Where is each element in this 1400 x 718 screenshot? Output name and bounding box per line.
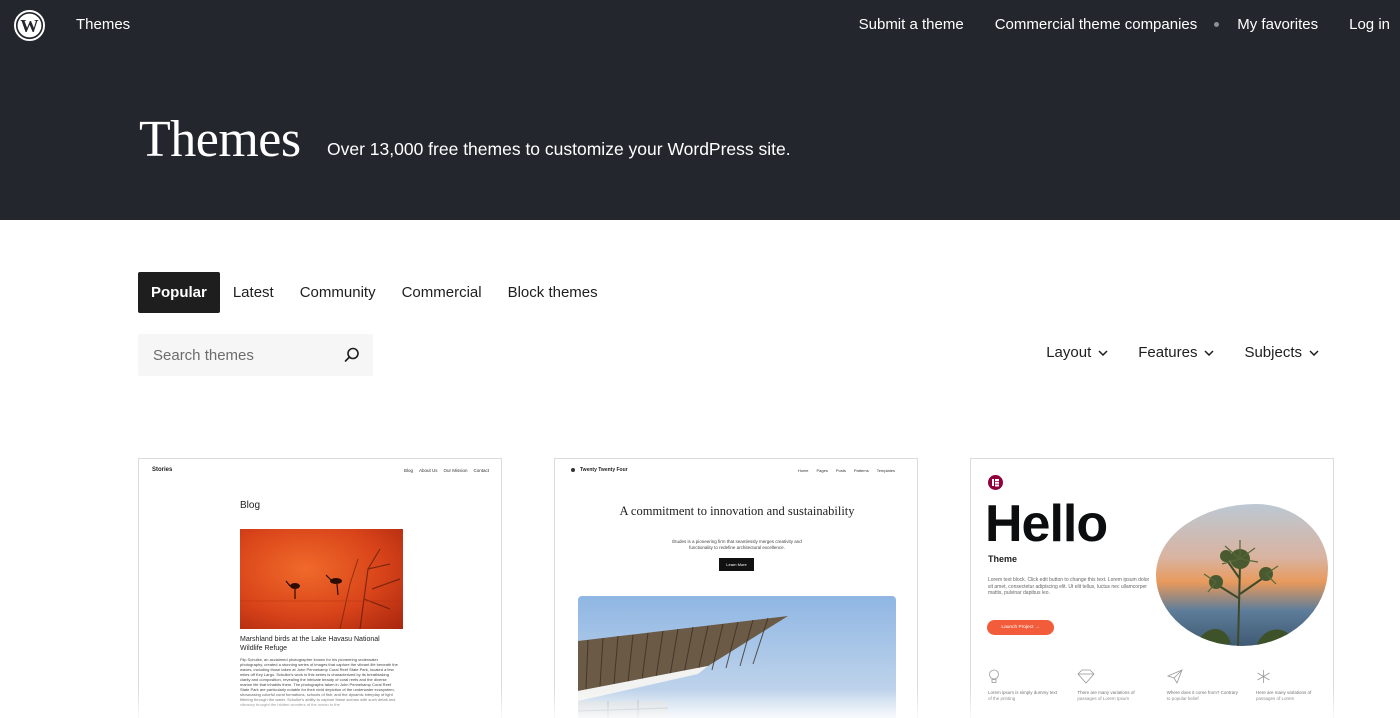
- preview-architecture-photo: [578, 596, 896, 718]
- preview-learn-more-button: Learn More: [719, 558, 754, 571]
- chevron-down-icon: [1309, 349, 1319, 356]
- preview-nav-item: Contact: [473, 468, 489, 473]
- preview-heading: Blog: [240, 500, 261, 511]
- preview-feature-item: Lorem ipsum is simply dummy text of the …: [988, 669, 1060, 701]
- filter-dropdowns: Layout Features Subjects: [1016, 344, 1319, 361]
- preview-heading: Hello: [985, 495, 1108, 553]
- theme-card-hello[interactable]: Hello Theme Lorem text block. Click edit…: [970, 458, 1334, 718]
- preview-post-body: Flip Schulke, an acclaimed photographer …: [240, 657, 398, 707]
- preview-feature-text: Here are many variations of passages of …: [1255, 690, 1312, 701]
- svg-text:W: W: [20, 16, 39, 36]
- tab-block-themes[interactable]: Block themes: [495, 272, 611, 313]
- preview-body: Études is a pioneering firm that seamles…: [672, 539, 802, 550]
- preview-post-title: Marshland birds at the Lake Havasu Natio…: [240, 636, 380, 652]
- preview-feature-text: Lorem ipsum is simply dummy text of the …: [988, 690, 1058, 701]
- snowflake-icon: [1257, 670, 1270, 683]
- layout-filter-dropdown[interactable]: Layout: [1046, 344, 1108, 361]
- wordpress-logo-icon[interactable]: W: [14, 10, 45, 41]
- log-in-link[interactable]: Log in: [1349, 16, 1390, 33]
- preview-nav-item: Home: [797, 468, 809, 473]
- preview-site-title: Stories: [152, 467, 173, 473]
- nav-separator-dot: [1214, 22, 1220, 27]
- preview-nav-item: Blog: [403, 468, 413, 473]
- preview-body: Lorem text block. Click edit button to c…: [988, 577, 1150, 596]
- preview-nav-item: Patterns: [853, 468, 869, 473]
- diamond-icon: [1077, 669, 1095, 684]
- top-navigation: Submit a theme Commercial theme companie…: [859, 16, 1390, 33]
- preview-nav: Home Pages Posts Patterns Templates: [790, 468, 895, 473]
- preview-launch-project-button: Launch Project →: [987, 620, 1054, 635]
- preview-feature-item: Where does it come from? Contrary to pop…: [1166, 669, 1239, 701]
- preview-heading: A commitment to innovation and sustainab…: [619, 504, 855, 518]
- brand-label[interactable]: Themes: [76, 16, 130, 33]
- elementor-logo-icon: [988, 475, 1003, 490]
- preview-nav-item: About Us: [418, 468, 438, 473]
- preview-feature-list: Lorem ipsum is simply dummy text of the …: [988, 669, 1328, 701]
- chevron-down-icon: [1204, 349, 1214, 356]
- preview-nav: Blog About Us Our Mission Contact: [398, 468, 489, 473]
- paper-plane-icon: [1166, 669, 1183, 684]
- theme-filter-tabs: Popular Latest Community Commercial Bloc…: [138, 272, 611, 313]
- lightbulb-icon: [989, 669, 999, 683]
- submit-theme-link[interactable]: Submit a theme: [859, 16, 964, 33]
- tab-commercial[interactable]: Commercial: [389, 272, 495, 313]
- tab-community[interactable]: Community: [287, 272, 389, 313]
- features-filter-dropdown[interactable]: Features: [1138, 344, 1214, 361]
- preview-feature-item: Here are many variations of passages of …: [1256, 669, 1328, 701]
- preview-site-title: Twenty Twenty Four: [571, 467, 628, 473]
- preview-nav-item: Posts: [835, 468, 846, 473]
- page-subtitle: Over 13,000 free themes to customize you…: [327, 139, 791, 159]
- chevron-down-icon: [1098, 349, 1108, 356]
- preview-subheading: Theme: [988, 554, 1018, 564]
- search-box: [138, 334, 373, 376]
- features-filter-label: Features: [1138, 344, 1198, 361]
- preview-bird-photo: [240, 529, 403, 630]
- hero-banner: W Themes Submit a theme Commercial theme…: [0, 0, 1400, 220]
- tab-popular[interactable]: Popular: [138, 272, 220, 313]
- theme-card-stories[interactable]: Stories Blog About Us Our Mission Contact B…: [138, 458, 502, 718]
- my-favorites-link[interactable]: My favorites: [1237, 16, 1318, 33]
- layout-filter-label: Layout: [1046, 344, 1092, 361]
- preview-feature-text: Where does it come from? Contrary to pop…: [1166, 690, 1238, 701]
- preview-feature-item: There are many variations of passages of…: [1077, 669, 1149, 701]
- commercial-theme-companies-link[interactable]: Commercial theme companies: [995, 16, 1198, 33]
- preview-nav-item: Templates: [876, 468, 895, 473]
- tab-latest[interactable]: Latest: [220, 272, 287, 313]
- theme-card-twenty-twenty-four[interactable]: Twenty Twenty Four Home Pages Posts Pattern…: [554, 458, 918, 718]
- page-title: Themes: [139, 111, 301, 168]
- subjects-filter-label: Subjects: [1244, 344, 1302, 361]
- search-icon[interactable]: [343, 346, 361, 364]
- preview-nav-item: Our Mission: [443, 468, 468, 473]
- preview-nav-item: Pages: [816, 468, 828, 473]
- search-input[interactable]: [138, 334, 338, 376]
- subjects-filter-dropdown[interactable]: Subjects: [1244, 344, 1319, 361]
- preview-thistle-photo: [1156, 504, 1328, 646]
- preview-feature-text: There are many variations of passages of…: [1077, 690, 1135, 701]
